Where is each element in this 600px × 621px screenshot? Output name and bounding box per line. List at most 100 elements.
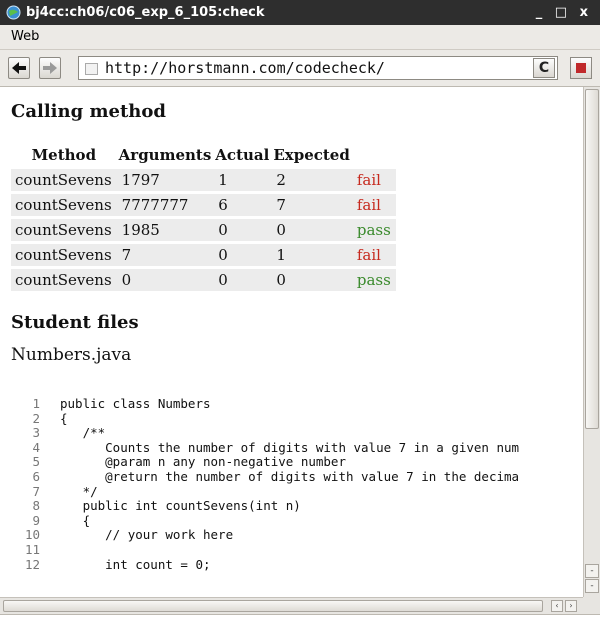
address-bar[interactable]: http://horstmann.com/codecheck/ C <box>78 56 558 80</box>
title-bar[interactable]: bj4cc:ch06/c06_exp_6_105:check _ □ x <box>0 0 600 25</box>
stop-icon <box>576 63 586 73</box>
scroll-down-button[interactable]: - <box>585 579 599 593</box>
code-text: @return the number of digits with value … <box>60 468 520 484</box>
code-line: 12 int count = 0; <box>0 556 583 573</box>
line-number: 9 <box>32 512 40 528</box>
favicon-icon <box>85 63 98 75</box>
code-line: 1 public class Numbers <box>0 396 583 412</box>
cell-result: fail <box>351 194 396 216</box>
cell-arguments: 1797 <box>116 169 214 191</box>
cell-method: countSevens <box>11 244 117 266</box>
horizontal-scroll-thumb[interactable] <box>3 600 543 612</box>
line-number: 3 <box>32 425 40 441</box>
code-line: 2{ <box>0 410 583 427</box>
code-text: // your work here <box>60 527 234 543</box>
code-text: */ <box>60 483 98 499</box>
menu-web[interactable]: Web <box>11 25 39 49</box>
code-text: int count = 0; <box>60 556 211 572</box>
scroll-left-button[interactable]: ‹ <box>551 600 563 612</box>
scroll-up-button[interactable]: - <box>585 564 599 578</box>
forward-arrow-icon <box>43 62 57 74</box>
column-header-actual: Actual <box>215 146 270 164</box>
line-number: 5 <box>32 454 40 470</box>
table-row: countSevens 1797 1 2 fail <box>11 169 396 191</box>
window-controls[interactable]: _ □ x <box>536 0 592 25</box>
scroll-corner <box>583 597 600 614</box>
column-header-expected: Expected <box>273 146 350 164</box>
vertical-scroll-thumb[interactable] <box>585 89 599 429</box>
vertical-scrollbar[interactable]: - - <box>583 87 600 597</box>
code-text: Counts the number of digits with value 7… <box>60 439 520 455</box>
back-arrow-icon <box>12 62 26 74</box>
line-number: 12 <box>24 556 40 572</box>
page-content: Calling method Method Arguments Actual E… <box>0 87 583 597</box>
line-number: 11 <box>24 541 40 557</box>
line-number: 4 <box>32 439 40 455</box>
window-bottom-edge <box>0 614 600 621</box>
line-number: 8 <box>32 498 40 514</box>
cell-actual: 0 <box>213 219 272 241</box>
results-body: countSevens 1797 1 2 fail countSevens 7777777 6… <box>11 169 396 291</box>
cell-expected: 0 <box>271 219 352 241</box>
scroll-right-button[interactable]: › <box>565 600 577 612</box>
horizontal-scrollbar[interactable]: ‹ › <box>0 597 583 614</box>
forward-button[interactable] <box>39 57 61 79</box>
cell-expected: 0 <box>271 269 352 291</box>
window-title: bj4cc:ch06/c06_exp_6_105:check <box>26 5 265 20</box>
cell-result: pass <box>351 269 396 291</box>
code-line: 6 @return the number of digits with valu… <box>0 468 583 485</box>
code-line: 3 /** <box>0 426 583 441</box>
cell-arguments: 7777777 <box>116 194 214 216</box>
line-number: 6 <box>32 468 40 484</box>
code-line: 10 // your work here <box>0 528 583 543</box>
cell-expected: 2 <box>271 169 352 191</box>
file-name: Numbers.java <box>11 345 132 365</box>
column-header-arguments: Arguments <box>118 146 212 164</box>
cell-actual: 1 <box>213 169 272 191</box>
cell-actual: 0 <box>213 244 272 266</box>
code-line: 5 @param n any non-negative number <box>0 455 583 470</box>
cell-method: countSevens <box>11 169 117 191</box>
cell-arguments: 7 <box>116 244 214 266</box>
cell-result: pass <box>351 219 396 241</box>
cell-method: countSevens <box>11 194 117 216</box>
cell-result: fail <box>351 169 396 191</box>
code-line: 11 <box>0 541 583 558</box>
calling-method-heading: Calling method <box>11 101 166 122</box>
code-line: 9 { <box>0 512 583 529</box>
table-row: countSevens 1985 0 0 pass <box>11 219 396 241</box>
cell-arguments: 1985 <box>116 219 214 241</box>
column-header-result <box>352 144 396 166</box>
table-row: countSevens 0 0 0 pass <box>11 269 396 291</box>
back-button[interactable] <box>8 57 30 79</box>
cell-method: countSevens <box>11 269 117 291</box>
line-number: 2 <box>32 410 40 426</box>
table-row: countSevens 7777777 6 7 fail <box>11 194 396 216</box>
line-number: 1 <box>32 396 40 411</box>
line-number: 10 <box>24 527 40 543</box>
code-text: { <box>60 410 68 426</box>
code-line: 4 Counts the number of digits with value… <box>0 439 583 456</box>
url-text: http://horstmann.com/codecheck/ <box>105 59 385 77</box>
menu-bar: Web <box>0 25 600 50</box>
reload-icon[interactable]: C <box>533 58 555 78</box>
cell-arguments: 0 <box>116 269 214 291</box>
cell-result: fail <box>351 244 396 266</box>
code-listing: 1 public class Numbers 2{3 /** 4 Counts the… <box>0 396 583 573</box>
student-files-heading: Student files <box>11 312 139 333</box>
code-line: 8 public int countSevens(int n) <box>0 499 583 514</box>
line-number: 7 <box>32 483 40 499</box>
code-text: @param n any non-negative number <box>60 454 346 470</box>
code-text: public int countSevens(int n) <box>60 498 301 514</box>
cell-method: countSevens <box>11 219 117 241</box>
code-text: public class Numbers <box>60 396 211 411</box>
code-line: 7 */ <box>0 483 583 500</box>
browser-window: bj4cc:ch06/c06_exp_6_105:check _ □ x Web… <box>0 0 600 621</box>
results-table: Method Arguments Actual Expected countSe… <box>11 141 396 294</box>
cell-actual: 6 <box>213 194 272 216</box>
stop-button[interactable] <box>570 57 592 79</box>
code-text: /** <box>60 425 106 441</box>
table-row: countSevens 7 0 1 fail <box>11 244 396 266</box>
code-text: { <box>60 512 91 528</box>
cell-expected: 1 <box>271 244 352 266</box>
